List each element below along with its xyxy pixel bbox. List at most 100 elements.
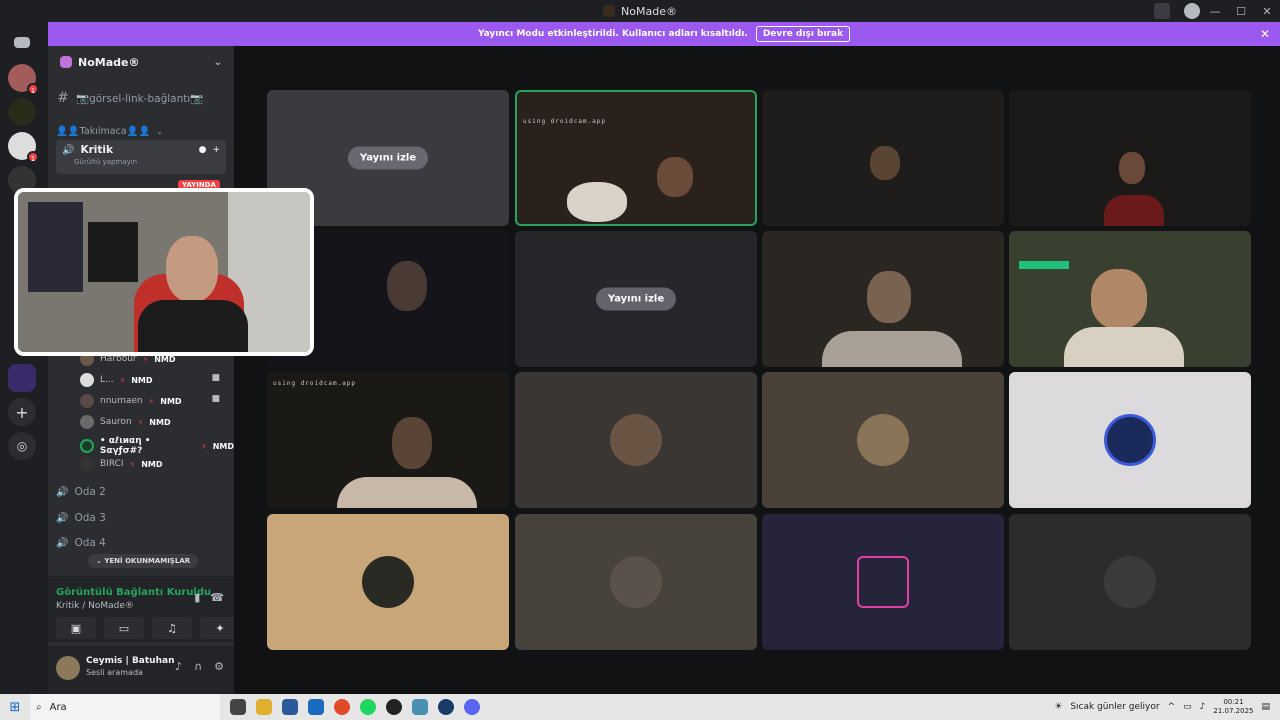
discord-icon[interactable] <box>464 699 480 715</box>
file-explorer-icon[interactable] <box>256 699 272 715</box>
video-tile[interactable] <box>762 90 1004 226</box>
notification-icon[interactable]: ▤ <box>1261 702 1270 712</box>
channel-sidebar: NoMade® ⌄ # 📷görsel-link-bağlantı📷 👤👤Tak… <box>48 46 234 694</box>
voice-connection-panel: Görüntülü Bağlantı Kuruldu Kritik / NoMa… <box>48 576 234 642</box>
camera-toggle-icon[interactable]: ▣ <box>56 617 96 639</box>
speaker-icon: 🔊 <box>56 512 69 524</box>
avatar <box>80 373 94 387</box>
windows-start-icon[interactable]: ⊞ <box>0 700 30 715</box>
app-icon[interactable] <box>412 699 428 715</box>
soundboard-icon[interactable]: ✦ <box>200 617 234 639</box>
chat-icon[interactable]: ● <box>199 145 207 155</box>
close-button[interactable]: ✕ <box>1254 5 1280 18</box>
obs-icon[interactable] <box>386 699 402 715</box>
video-tile[interactable] <box>1009 90 1251 226</box>
participant-tile[interactable] <box>515 514 757 650</box>
participant-tile[interactable] <box>762 514 1004 650</box>
video-tile[interactable] <box>762 231 1004 367</box>
connection-channel[interactable]: Kritik / NoMade® <box>56 601 134 611</box>
tray-chevron-icon[interactable]: ^ <box>1168 702 1176 712</box>
banner-close-icon[interactable]: ✕ <box>1260 27 1270 41</box>
video-grid: Yayını izle using droidcam.app Yayını iz… <box>234 46 1280 694</box>
server-icon[interactable] <box>8 98 36 126</box>
server-icon[interactable] <box>8 364 36 392</box>
minimize-button[interactable]: — <box>1202 5 1228 18</box>
maximize-button[interactable]: ☐ <box>1228 5 1254 18</box>
store-icon[interactable] <box>282 699 298 715</box>
channel-category[interactable]: 👤👤Takılmaca👤👤 ⌄ <box>56 126 226 137</box>
voice-channel[interactable]: 🔊 Oda 4 <box>56 537 226 549</box>
help-icon[interactable] <box>1184 3 1200 19</box>
invite-icon[interactable]: + <box>212 145 220 155</box>
weather-icon[interactable]: ☀ <box>1054 702 1062 712</box>
headphones-icon[interactable]: ∩ <box>194 660 202 673</box>
avatar <box>610 556 662 608</box>
streamer-mode-banner: Yayıncı Modu etkinleştirildi. Kullanıcı … <box>48 22 1280 46</box>
picture-in-picture-video[interactable] <box>14 188 314 356</box>
video-tile[interactable]: using droidcam.app <box>267 372 509 508</box>
volume-icon[interactable]: ♪ <box>1200 702 1206 712</box>
video-tile[interactable]: using droidcam.app <box>515 90 757 226</box>
participant-tile[interactable] <box>762 372 1004 508</box>
participant-tile[interactable] <box>267 514 509 650</box>
avatar <box>80 439 94 453</box>
signal-icon[interactable]: ▮ <box>194 591 200 604</box>
weather-text[interactable]: Sıcak günler geliyor <box>1070 702 1159 712</box>
voice-channel[interactable]: 🔊 Oda 3 <box>56 512 226 524</box>
avatar <box>362 556 414 608</box>
screen-share-icon[interactable]: ▭ <box>104 617 144 639</box>
server-icon[interactable]: 1 <box>8 132 39 163</box>
add-server-icon[interactable]: + <box>8 398 36 426</box>
voice-channel[interactable]: 🔊 Oda 2 <box>56 486 226 498</box>
disconnect-icon[interactable]: ☎ <box>210 591 224 604</box>
window-titlebar: NoMade® — ☐ ✕ <box>0 0 1280 22</box>
discord-home-icon[interactable] <box>8 28 36 56</box>
activity-icon[interactable]: ♫ <box>152 617 192 639</box>
clock[interactable]: 00:21 21.07.2025 <box>1213 698 1253 716</box>
voice-member[interactable]: • αℓιиαη • Sαγƒσ#? ⚡ NMD <box>80 436 234 456</box>
camera-icon: ■ <box>211 394 220 404</box>
voice-channel-selected[interactable]: 🔊 Kritik ● + Gürültü yapmayın <box>56 140 226 174</box>
voice-member[interactable]: nnumaen ⚡ NMD <box>80 394 182 408</box>
unread-pill[interactable]: ⌄ YENİ OKUNMAMIŞLAR <box>88 554 199 568</box>
avatar[interactable] <box>56 656 80 680</box>
server-header[interactable]: NoMade® ⌄ <box>48 46 234 78</box>
inbox-icon[interactable] <box>1154 3 1170 19</box>
text-channel[interactable]: # 📷görsel-link-bağlantı📷 <box>56 90 226 106</box>
explore-icon[interactable]: ◎ <box>8 432 36 460</box>
voice-member[interactable]: Sauron ⚡ NMD <box>80 415 171 429</box>
hashtag-icon: # <box>57 90 69 106</box>
chevron-down-icon[interactable]: ⌄ <box>214 57 222 68</box>
window-title: NoMade® <box>603 5 677 18</box>
spotify-icon[interactable] <box>360 699 376 715</box>
steam-icon[interactable] <box>438 699 454 715</box>
video-tile[interactable] <box>1009 231 1251 367</box>
disable-streamer-mode-button[interactable]: Devre dışı bırak <box>755 26 851 42</box>
server-name: NoMade® <box>78 55 140 69</box>
chrome-icon[interactable] <box>334 699 350 715</box>
taskbar-search[interactable]: ⌕ Ara <box>30 694 220 720</box>
participant-tile[interactable] <box>1009 514 1251 650</box>
settings-icon[interactable]: ⚙ <box>214 660 224 673</box>
stream-tile[interactable]: Yayını izle <box>515 231 757 367</box>
server-badge-icon <box>60 56 72 68</box>
participant-tile[interactable] <box>1009 372 1251 508</box>
microphone-icon[interactable]: ♪ <box>175 660 182 673</box>
task-view-icon[interactable] <box>230 699 246 715</box>
voice-member[interactable]: L... ⚡ NMD <box>80 373 153 387</box>
avatar <box>857 556 909 608</box>
user-status: Sesli aramada <box>86 668 143 677</box>
watch-stream-button[interactable]: Yayını izle <box>347 146 429 170</box>
network-icon[interactable]: ▭ <box>1183 702 1192 712</box>
server-icon[interactable]: 1 <box>8 64 39 95</box>
connection-status: Görüntülü Bağlantı Kuruldu <box>56 587 212 598</box>
outlook-icon[interactable] <box>308 699 324 715</box>
search-icon: ⌕ <box>36 701 42 713</box>
user-name: Ceymis | Batuhan <box>86 656 175 666</box>
speaker-icon: 🔊 <box>56 537 69 549</box>
avatar <box>80 415 94 429</box>
watch-stream-button[interactable]: Yayını izle <box>595 287 677 311</box>
avatar <box>1104 414 1156 466</box>
participant-tile[interactable] <box>515 372 757 508</box>
voice-member[interactable]: BIRCI ⚡ NMD <box>80 457 163 471</box>
